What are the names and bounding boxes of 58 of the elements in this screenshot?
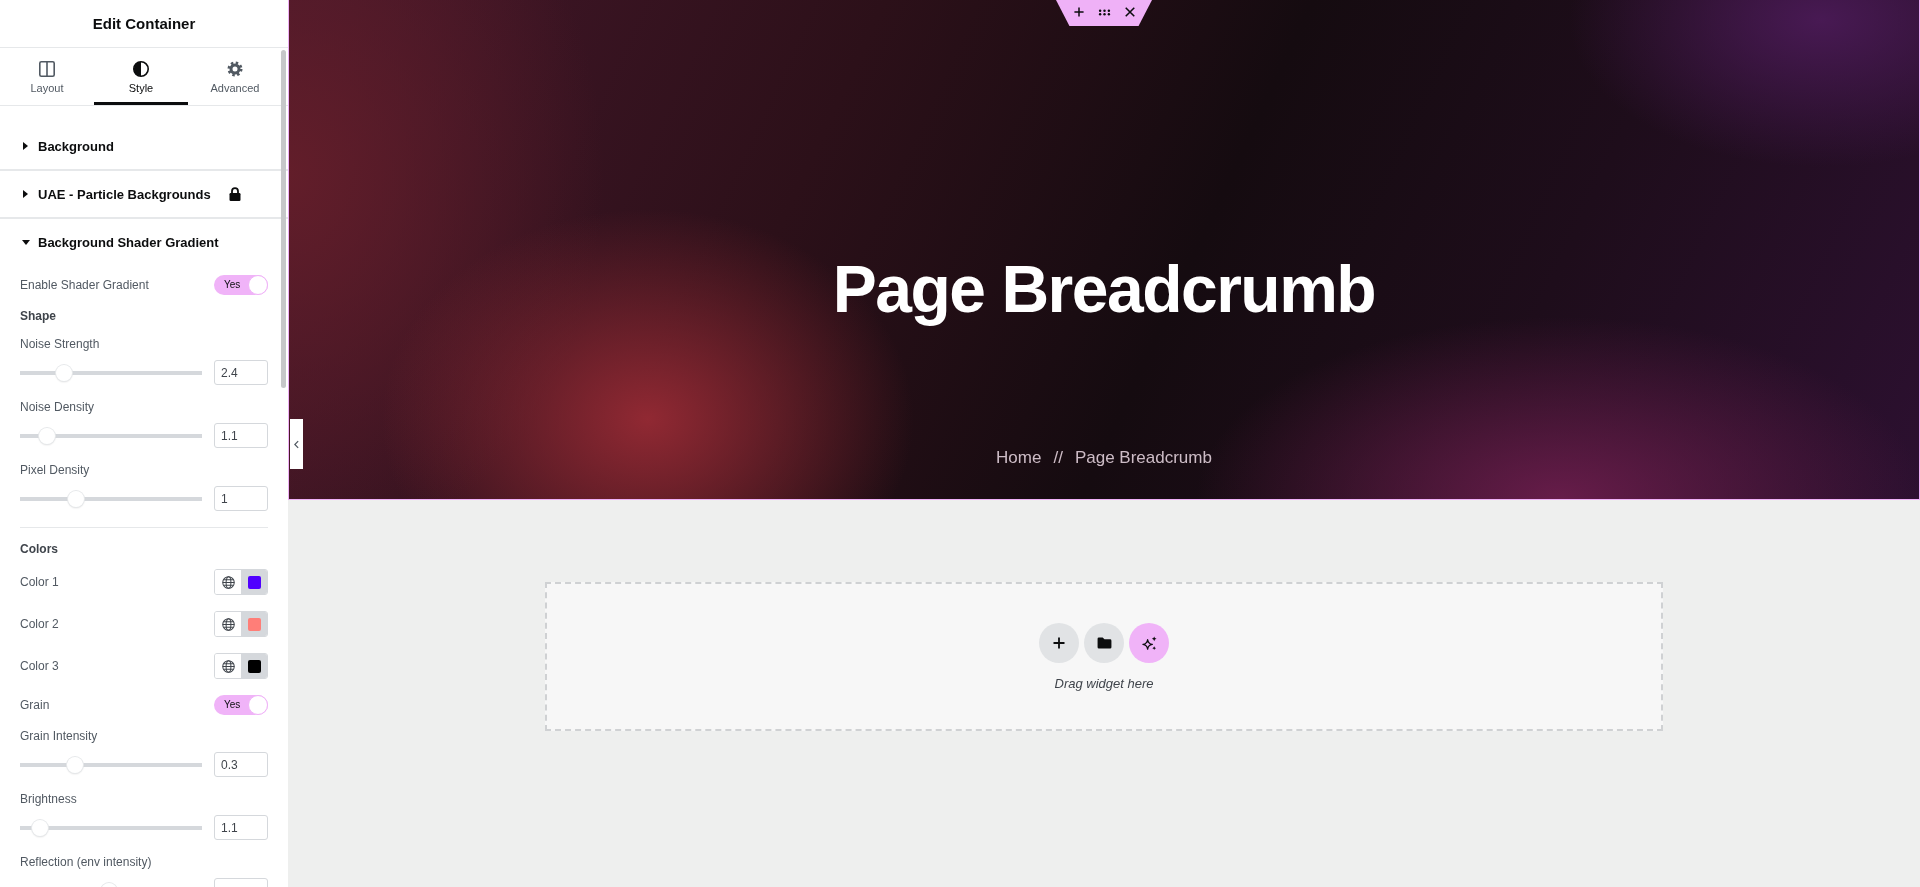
panel-title: Edit Container bbox=[92, 15, 196, 32]
plus-icon[interactable] bbox=[1073, 7, 1084, 17]
color-picker[interactable] bbox=[214, 653, 268, 679]
control-label: Enable Shader Gradient bbox=[20, 277, 149, 293]
toggle-switch[interactable]: Yes bbox=[214, 695, 268, 715]
control-label: Noise Strength bbox=[20, 336, 101, 352]
half-circle-icon bbox=[133, 61, 149, 77]
control-label: Color 2 bbox=[20, 616, 59, 632]
control-label: Reflection (env intensity) bbox=[20, 854, 153, 870]
folder-button[interactable] bbox=[1084, 623, 1124, 663]
color-picker[interactable] bbox=[214, 611, 268, 637]
breadcrumb-link[interactable]: Home bbox=[996, 446, 1042, 470]
number-input[interactable]: 1.1 bbox=[214, 423, 268, 448]
add-button[interactable] bbox=[1039, 623, 1079, 663]
sparkle-icon bbox=[1141, 635, 1157, 651]
caret-right-icon bbox=[23, 142, 28, 150]
control-label: Brightness bbox=[20, 791, 78, 807]
globe-icon[interactable] bbox=[221, 575, 235, 589]
number-input[interactable]: 2.4 bbox=[214, 360, 268, 385]
drop-hint: Drag widget here bbox=[1054, 676, 1154, 692]
close-icon[interactable] bbox=[1124, 7, 1135, 17]
toggle-switch[interactable]: Yes bbox=[214, 275, 268, 295]
sparkle-button[interactable] bbox=[1129, 623, 1169, 663]
chevron-left-icon bbox=[294, 439, 299, 449]
slider-thumb[interactable] bbox=[66, 756, 83, 773]
plus-icon bbox=[1053, 637, 1065, 649]
caret-down-icon bbox=[22, 239, 30, 245]
color-picker[interactable] bbox=[214, 569, 268, 595]
control-label: Color 3 bbox=[20, 658, 59, 674]
number-input[interactable]: 1.1 bbox=[214, 815, 268, 840]
columns-icon bbox=[39, 61, 55, 77]
slider-thumb[interactable] bbox=[68, 490, 85, 507]
control-label: Grain Intensity bbox=[20, 728, 99, 744]
number-input[interactable]: 0.3 bbox=[214, 752, 268, 777]
hero-title: Page Breadcrumb bbox=[832, 251, 1376, 328]
folder-icon bbox=[1096, 637, 1112, 649]
tab[interactable]: Style bbox=[94, 48, 188, 105]
group-heading: Colors bbox=[20, 541, 59, 557]
group-heading: Shape bbox=[20, 308, 57, 324]
control-label: Color 1 bbox=[20, 574, 59, 590]
collapse-handle[interactable] bbox=[290, 419, 303, 469]
gear-icon bbox=[227, 61, 243, 77]
breadcrumb-current: Page Breadcrumb bbox=[1074, 447, 1212, 469]
control-label: Grain bbox=[20, 697, 50, 713]
drag-handle-icon[interactable] bbox=[1097, 8, 1111, 16]
breadcrumb-separator: // bbox=[1053, 447, 1063, 469]
slider-thumb[interactable] bbox=[32, 819, 48, 836]
number-input[interactable]: 1 bbox=[214, 486, 268, 511]
globe-icon[interactable] bbox=[221, 617, 235, 631]
slider-thumb[interactable] bbox=[55, 364, 72, 381]
tab[interactable]: Advanced bbox=[188, 48, 282, 105]
control-label: Noise Density bbox=[20, 399, 96, 415]
slider-thumb[interactable] bbox=[39, 427, 56, 444]
globe-icon[interactable] bbox=[221, 659, 235, 673]
tab[interactable]: Layout bbox=[0, 48, 94, 105]
control-label: Pixel Density bbox=[20, 462, 91, 478]
scrollbar[interactable] bbox=[281, 50, 286, 388]
caret-right-icon bbox=[23, 190, 28, 198]
